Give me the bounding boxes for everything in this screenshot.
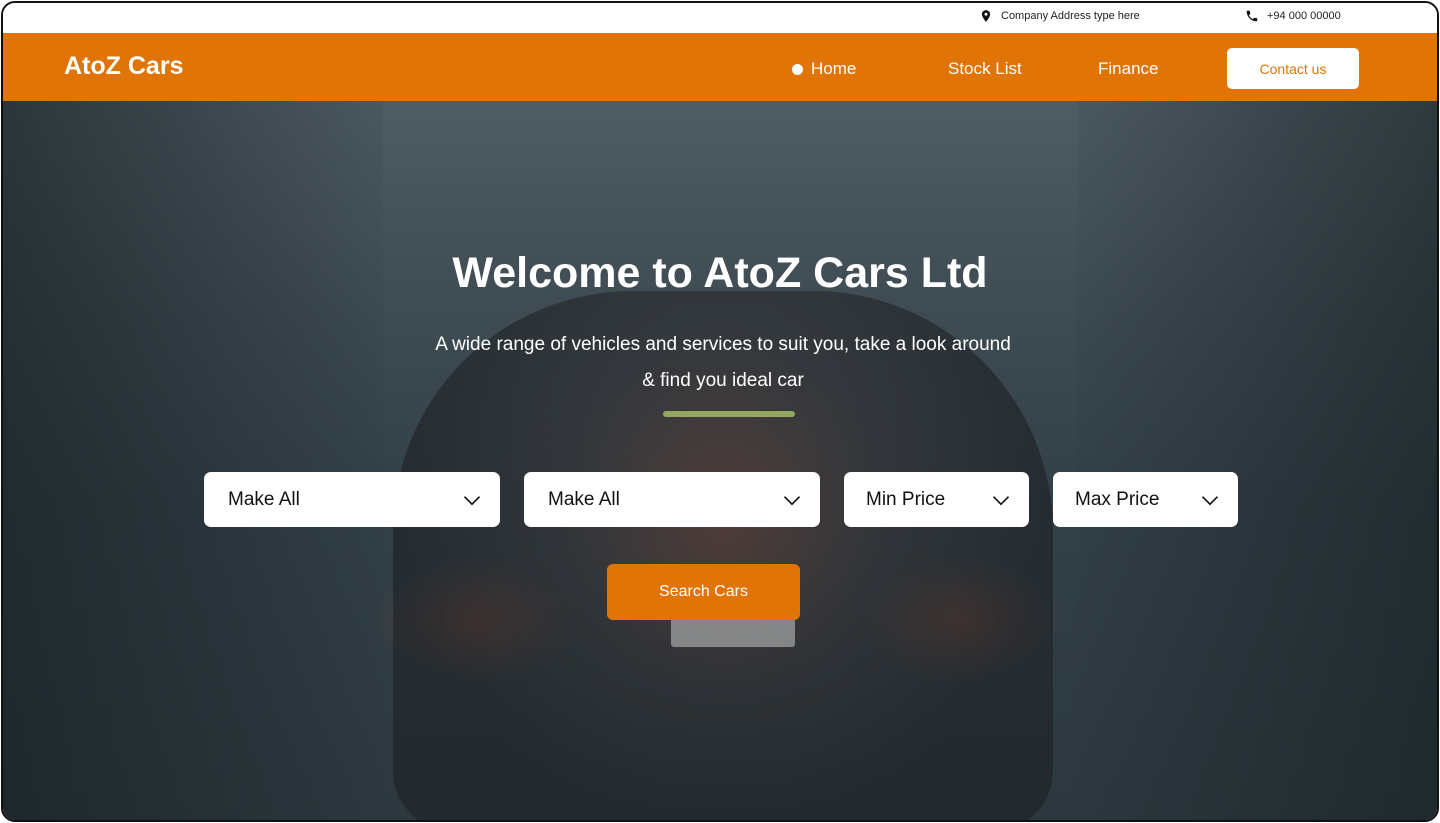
make-select-value: Make All [228, 488, 300, 510]
phone-text: +94 000 00000 [1267, 10, 1341, 22]
top-info-bar: Company Address type here +94 000 00000 [3, 3, 1437, 33]
min-price-select[interactable]: Min Price [844, 472, 1029, 527]
hero-section: Welcome to AtoZ Cars Ltd A wide range of… [3, 101, 1437, 820]
nav-home[interactable]: Home [792, 59, 856, 79]
min-price-value: Min Price [866, 488, 946, 510]
browser-frame: Company Address type here +94 000 00000 … [1, 1, 1439, 822]
hero-background-street [3, 101, 383, 820]
address-text: Company Address type here [1001, 10, 1140, 22]
chevron-down-icon [992, 496, 1010, 506]
main-navbar: AtoZ Cars Home Stock List Finance Contac… [3, 33, 1437, 101]
hero-title: Welcome to AtoZ Cars Ltd [452, 249, 988, 297]
contact-us-button[interactable]: Contact us [1227, 48, 1359, 89]
company-address: Company Address type here [979, 9, 1140, 23]
chevron-down-icon [783, 496, 801, 506]
nav-stock-list[interactable]: Stock List [948, 59, 1022, 79]
hero-background-buildings [1077, 101, 1437, 820]
max-price-select[interactable]: Max Price [1053, 472, 1238, 527]
hero-subtitle: A wide range of vehicles and services to… [435, 334, 1011, 391]
car-brake-light [663, 411, 795, 417]
chevron-down-icon [463, 496, 481, 506]
active-indicator-icon [792, 63, 803, 75]
model-select[interactable]: Make All [524, 472, 820, 527]
chevron-down-icon [1201, 496, 1219, 506]
search-cars-button[interactable]: Search Cars [607, 564, 800, 620]
location-pin-icon [981, 10, 991, 22]
model-select-value: Make All [548, 488, 620, 510]
site-logo[interactable]: AtoZ Cars [64, 52, 183, 81]
make-select[interactable]: Make All [204, 472, 500, 527]
company-phone: +94 000 00000 [1245, 9, 1341, 23]
max-price-value: Max Price [1075, 488, 1160, 510]
phone-icon [1246, 10, 1258, 22]
nav-home-label: Home [811, 59, 857, 78]
nav-finance[interactable]: Finance [1098, 59, 1158, 79]
